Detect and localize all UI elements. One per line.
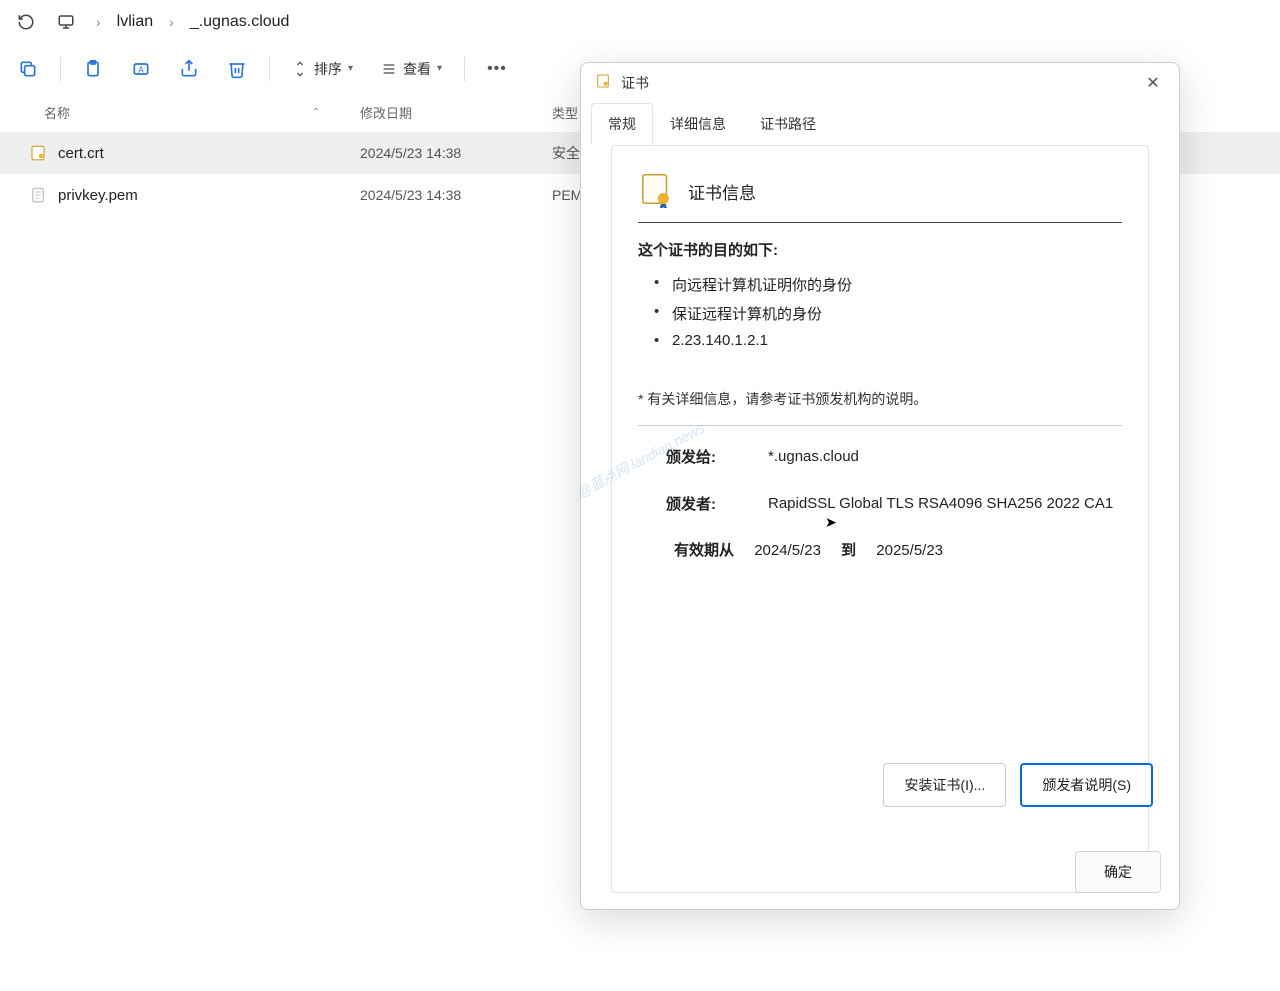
breadcrumb-bar: › lvlian › _.ugnas.cloud: [0, 0, 1280, 44]
text-file-icon: [28, 185, 48, 205]
file-date: 2024/5/23 14:38: [340, 187, 540, 203]
cert-validity: 有效期从 2024/5/23 到 2025/5/23: [666, 539, 1122, 560]
dialog-title: 证书: [621, 73, 1131, 93]
chevron-right-icon: ›: [92, 14, 105, 30]
sort-button[interactable]: 排序 ▾: [282, 53, 363, 85]
certificate-file-icon: [28, 143, 48, 163]
column-name[interactable]: 名称 ⌃: [0, 103, 340, 122]
issuer-statement-button[interactable]: 颁发者说明(S): [1020, 763, 1153, 807]
view-button[interactable]: 查看 ▾: [371, 53, 452, 85]
cert-purpose-item: 保证远程计算机的身份: [672, 303, 1122, 324]
separator: [464, 57, 465, 81]
separator: [60, 57, 61, 81]
separator: [269, 57, 270, 81]
column-date[interactable]: 修改日期: [340, 103, 540, 122]
cert-info-title: 证书信息: [688, 179, 756, 204]
cert-purpose-list: 向远程计算机证明你的身份 保证远程计算机的身份 2.23.140.1.2.1: [638, 274, 1122, 349]
breadcrumb-parent[interactable]: lvlian: [117, 13, 153, 31]
tab-details[interactable]: 详细信息: [653, 103, 743, 145]
delete-icon[interactable]: [217, 49, 257, 89]
cert-issued-by: 颁发者: RapidSSL Global TLS RSA4096 SHA256 …: [638, 493, 1122, 516]
ok-button[interactable]: 确定: [1075, 851, 1161, 893]
monitor-icon[interactable]: [52, 8, 80, 36]
view-label: 查看: [403, 59, 431, 79]
file-name: privkey.pem: [58, 187, 138, 204]
file-date: 2024/5/23 14:38: [340, 145, 540, 161]
refresh-icon[interactable]: [12, 8, 40, 36]
cert-purpose-heading: 这个证书的目的如下:: [638, 239, 1122, 260]
cert-note: * 有关详细信息，请参考证书颁发机构的说明。: [638, 389, 1122, 409]
svg-text:A: A: [138, 64, 144, 74]
chevron-down-icon: ▾: [348, 63, 353, 74]
tab-path[interactable]: 证书路径: [743, 103, 833, 145]
divider: [638, 425, 1122, 426]
rename-icon[interactable]: A: [121, 49, 161, 89]
paste-icon[interactable]: [73, 49, 113, 89]
cert-issued-to: 颁发给: *.ugnas.cloud: [638, 446, 1122, 469]
certificate-dialog: 证书 ✕ 常规 详细信息 证书路径 证书信息 这个证书的目的如下: 向远程计算机…: [580, 62, 1180, 910]
copy-icon[interactable]: [8, 49, 48, 89]
file-name: cert.crt: [58, 145, 104, 162]
cert-purpose-item: 向远程计算机证明你的身份: [672, 274, 1122, 295]
dialog-title-bar: 证书 ✕: [581, 63, 1179, 103]
share-icon[interactable]: [169, 49, 209, 89]
sort-indicator-icon: ⌃: [312, 107, 320, 118]
tab-general[interactable]: 常规: [591, 103, 653, 145]
chevron-right-icon: ›: [165, 14, 178, 30]
chevron-down-icon: ▾: [437, 63, 442, 74]
close-icon[interactable]: ✕: [1141, 71, 1165, 95]
breadcrumb-current[interactable]: _.ugnas.cloud: [190, 13, 290, 31]
sort-label: 排序: [314, 59, 342, 79]
cert-purpose-item: 2.23.140.1.2.1: [672, 332, 1122, 349]
cert-action-buttons: 安装证书(I)... 颁发者说明(S): [883, 763, 1153, 807]
divider: [638, 222, 1122, 223]
more-button[interactable]: •••: [477, 54, 517, 84]
cert-tabs: 常规 详细信息 证书路径: [581, 103, 1179, 145]
certificate-large-icon: [638, 170, 676, 212]
install-cert-button[interactable]: 安装证书(I)...: [883, 763, 1006, 807]
certificate-icon: [595, 73, 611, 94]
